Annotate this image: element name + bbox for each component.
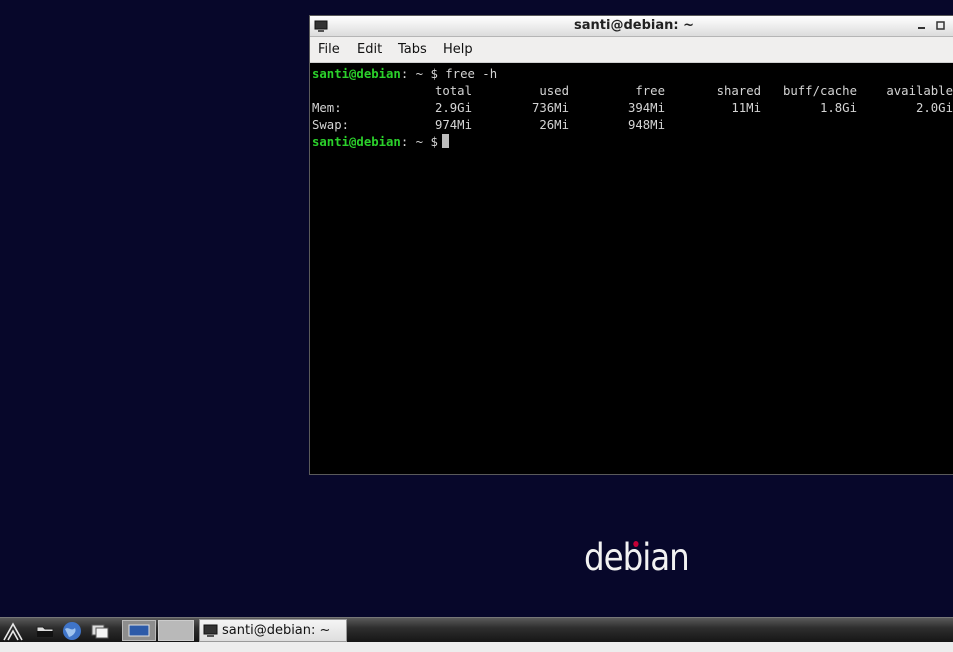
show-desktop-icon[interactable] [89,620,111,642]
menu-file[interactable]: File [318,42,340,57]
header-available: available [886,84,953,98]
workspace-window-icon [128,624,150,637]
taskbar-item-label: santi@debian: ~ [222,623,331,638]
swap-free: 948Mi [627,118,665,132]
header-buff-cache: buff/cache [782,84,857,98]
output-row-mem: Mem: 2.9Gi 736Mi 394Mi 11Mi 1.8Gi 2.0Gi [312,100,953,117]
swap-used: 26Mi [539,118,569,132]
prompt-separator: : ~ $ [400,135,438,149]
menu-help[interactable]: Help [443,42,473,57]
swap-total: 974Mi [434,118,472,132]
maximize-icon [936,21,945,30]
mem-total: 2.9Gi [434,101,472,115]
header-free: free [635,84,665,98]
debian-logo: debian [584,536,690,579]
minimize-icon [918,27,925,29]
text-cursor [441,134,449,148]
start-menu-icon[interactable] [2,620,24,642]
header-shared: shared [716,84,761,98]
header-total: total [434,84,472,98]
mem-free: 394Mi [627,101,665,115]
maximize-button[interactable] [935,20,946,31]
terminal-output[interactable]: santi@debian: ~ $ free -h total used fre… [311,66,953,474]
workspace-2[interactable] [158,620,194,641]
command-line: santi@debian: ~ $ free -h [312,66,497,83]
row-label: Mem: [312,101,342,115]
command-text: free -h [445,67,498,81]
mem-buff-cache: 1.8Gi [819,101,857,115]
web-browser-icon[interactable] [61,620,83,642]
menu-bar: File Edit Tabs Help [310,37,953,63]
mem-shared: 11Mi [731,101,761,115]
desktop: debian santi@debian: ~ File Edit Tabs He… [0,0,953,652]
window-title: santi@debian: ~ [574,18,694,33]
row-label: Swap: [312,118,350,132]
prompt-separator: : ~ $ [400,67,438,81]
prompt-user: santi@debian [312,135,401,149]
file-manager-icon[interactable] [34,620,56,642]
terminal-icon [203,624,218,637]
mem-available: 2.0Gi [915,101,953,115]
terminal-window[interactable]: santi@debian: ~ File Edit Tabs Help sant… [309,15,953,475]
menu-tabs[interactable]: Tabs [398,42,427,57]
menu-edit[interactable]: Edit [357,42,382,57]
taskbar-bottom-strip [0,642,953,652]
taskbar: santi@debian: ~ [0,617,953,643]
output-header-row: total used free shared buff/cache availa… [312,83,953,100]
taskbar-item-terminal[interactable]: santi@debian: ~ [199,619,347,642]
header-used: used [539,84,569,98]
minimize-button[interactable] [916,20,927,31]
prompt-user: santi@debian [312,67,401,81]
window-titlebar[interactable]: santi@debian: ~ [310,16,953,37]
output-row-swap: Swap: 974Mi 26Mi 948Mi [312,117,952,134]
prompt-line: santi@debian: ~ $ [312,134,449,151]
mem-used: 736Mi [531,101,569,115]
workspace-1[interactable] [122,620,156,641]
debian-logo-dot [633,541,639,547]
